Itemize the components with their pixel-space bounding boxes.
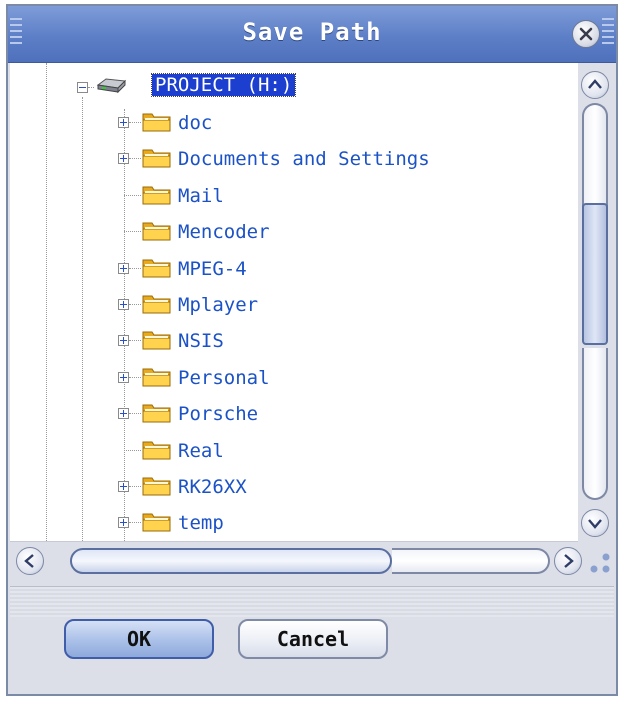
folder-row[interactable]: RK26XX <box>10 470 570 504</box>
folder-icon <box>142 186 171 205</box>
horizontal-scroll-thumb[interactable] <box>70 548 392 574</box>
folder-row[interactable]: MPEG-4 <box>10 252 570 286</box>
folder-row[interactable]: Mail <box>10 179 570 213</box>
folder-row[interactable]: Porsche <box>10 397 570 431</box>
expand-toggle[interactable] <box>118 335 129 347</box>
folder-label[interactable]: Mplayer <box>178 294 258 316</box>
save-path-dialog: Save Path PROJECT (H:) doc Documents and … <box>6 4 618 696</box>
folder-label[interactable]: NSIS <box>178 330 224 352</box>
folder-row[interactable]: NSIS <box>10 324 570 358</box>
folder-label[interactable]: doc <box>178 112 212 134</box>
folder-label[interactable]: Real <box>178 440 224 462</box>
expand-toggle[interactable] <box>118 517 129 529</box>
folder-label[interactable]: RK26XX <box>178 476 247 498</box>
folder-label[interactable]: temp <box>178 512 224 534</box>
expand-toggle[interactable] <box>118 481 129 492</box>
folder-row[interactable]: Mplayer <box>10 288 570 322</box>
folder-label[interactable]: MPEG-4 <box>178 258 247 280</box>
folder-row[interactable]: Mencoder <box>10 215 570 249</box>
expand-toggle[interactable] <box>118 371 129 383</box>
scroll-up-button[interactable] <box>581 71 609 99</box>
drive-icon <box>96 78 126 94</box>
tree-connector <box>129 340 141 342</box>
tree-connector <box>129 304 141 305</box>
vertical-scrollbar[interactable] <box>578 63 616 541</box>
tree-root-row[interactable]: PROJECT (H:) <box>10 71 570 105</box>
tree-connector <box>129 158 141 160</box>
title-bar[interactable]: Save Path <box>8 6 616 63</box>
folder-label[interactable]: Mencoder <box>178 221 270 243</box>
scroll-right-button[interactable] <box>554 547 582 575</box>
tree-connector <box>129 267 141 269</box>
chevron-right-icon <box>564 554 574 568</box>
close-icon <box>579 27 593 41</box>
folder-icon <box>142 404 171 423</box>
folder-row[interactable]: Real <box>10 434 570 468</box>
tree-connector <box>124 449 141 451</box>
folder-icon <box>142 113 171 132</box>
resize-grip-icon[interactable] <box>580 549 616 579</box>
title-grip-right <box>602 18 614 48</box>
folder-icon <box>142 295 171 314</box>
folder-icon <box>142 331 171 350</box>
folder-tree[interactable]: PROJECT (H:) doc Documents and Settings Ma… <box>10 63 578 541</box>
close-button[interactable] <box>572 20 600 48</box>
folder-icon <box>142 259 171 278</box>
tree-connector <box>124 194 141 196</box>
chevron-down-icon <box>588 519 602 529</box>
tree-connector <box>129 522 141 524</box>
folder-icon <box>142 477 171 496</box>
expand-toggle[interactable] <box>118 117 129 128</box>
folder-label[interactable]: Personal <box>178 367 270 389</box>
expand-toggle[interactable] <box>118 299 129 310</box>
scroll-track-lower[interactable] <box>582 348 608 500</box>
tree-connector <box>88 87 94 88</box>
footer-stripe <box>10 587 614 617</box>
dialog-title: Save Path <box>242 18 382 46</box>
folder-row[interactable]: doc <box>10 106 570 140</box>
chevron-up-icon <box>588 79 602 89</box>
scroll-left-button[interactable] <box>16 547 44 575</box>
folder-icon <box>142 368 171 387</box>
tree-connector <box>129 122 141 123</box>
chevron-left-icon <box>24 554 34 568</box>
tree-connector <box>129 376 141 378</box>
vertical-scroll-thumb[interactable] <box>582 203 608 345</box>
ok-button[interactable]: OK <box>64 619 214 659</box>
folder-icon <box>142 441 171 460</box>
folder-icon <box>142 222 171 241</box>
horizontal-scroll-track[interactable] <box>392 548 550 574</box>
collapse-toggle[interactable] <box>77 82 88 93</box>
folder-label[interactable]: Mail <box>178 185 224 207</box>
expand-toggle[interactable] <box>118 262 129 274</box>
horizontal-scrollbar[interactable] <box>10 541 582 582</box>
scroll-down-button[interactable] <box>581 509 609 537</box>
drive-label[interactable]: PROJECT (H:) <box>150 73 297 97</box>
folder-row[interactable]: temp <box>10 506 570 540</box>
expand-toggle[interactable] <box>118 153 129 165</box>
tree-connector <box>129 413 141 415</box>
cancel-button[interactable]: Cancel <box>238 619 388 659</box>
tree-connector <box>124 231 141 233</box>
expand-toggle[interactable] <box>118 408 129 420</box>
tree-connector <box>129 486 141 487</box>
folder-label[interactable]: Porsche <box>178 403 258 425</box>
folder-row[interactable]: Personal <box>10 361 570 395</box>
folder-row[interactable]: Documents and Settings <box>10 142 570 176</box>
folder-icon <box>142 513 171 532</box>
folder-label[interactable]: Documents and Settings <box>178 148 430 170</box>
folder-icon <box>142 149 171 168</box>
